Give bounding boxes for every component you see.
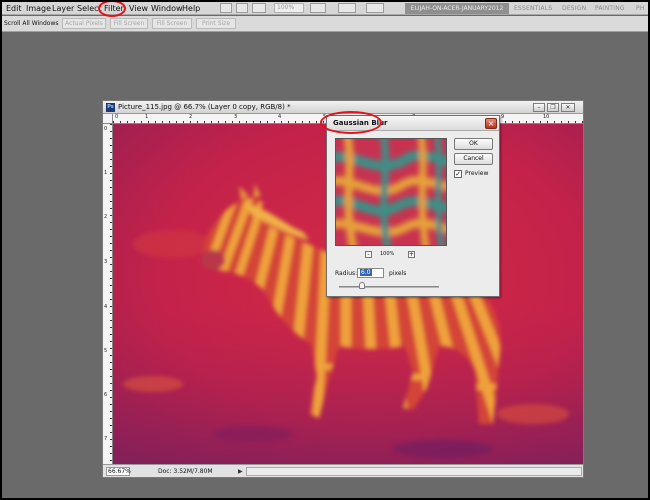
radius-slider-track[interactable] (339, 286, 439, 288)
restore-icon[interactable]: ❐ (547, 103, 559, 112)
workspace-painting[interactable]: PAINTING (595, 3, 625, 14)
status-menu-arrow-icon[interactable]: ▶ (238, 468, 243, 475)
scroll-all-windows-option[interactable]: Scroll All Windows (4, 19, 58, 28)
doc-size-info: Doc: 3.52M/7.80M (158, 468, 213, 475)
close-icon[interactable]: × (485, 118, 497, 129)
ruler-left-label: 3 (104, 259, 108, 265)
ruler-left-label: 7 (104, 436, 108, 442)
actual-pixels-button[interactable]: Actual Pixels (62, 18, 106, 29)
doc-zoom-field[interactable]: 66.67% (106, 467, 131, 476)
cancel-button[interactable]: Cancel (454, 153, 493, 165)
ruler-left-label: 2 (104, 214, 108, 220)
zoom-level-field[interactable]: 100% (274, 3, 304, 13)
ruler-left-label: 1 (104, 170, 108, 176)
workspace-essentials[interactable]: ESSENTIALS (514, 3, 552, 14)
fill-screen-button[interactable]: Fill Screen (152, 18, 192, 29)
document-status-bar: 66.67% Doc: 3.52M/7.80M ▶ (103, 464, 583, 477)
menu-image[interactable]: Image (26, 3, 51, 14)
menu-layer[interactable]: Layer (52, 3, 74, 14)
radius-input[interactable]: 6.0 (357, 268, 384, 278)
checkbox-icon[interactable]: ✓ (454, 170, 462, 178)
ruler-left-label: 5 (104, 348, 108, 354)
photoshop-doc-icon: Ps (106, 103, 115, 112)
ruler-left-label: 6 (104, 392, 108, 398)
ruler-left-label: 4 (104, 304, 108, 310)
options-bar: Scroll All Windows Actual Pixels Fill Sc… (2, 16, 648, 32)
hand-tool-icon[interactable] (236, 3, 248, 13)
preview-zoom-level: 100% (380, 251, 395, 257)
workspace-photography[interactable]: PH (636, 3, 645, 14)
ruler-origin[interactable] (103, 114, 113, 124)
ruler-top-label: 1 (145, 114, 149, 120)
menu-edit[interactable]: Edit (6, 3, 22, 14)
menu-view[interactable]: View (129, 3, 148, 14)
zoom-out-button[interactable]: - (365, 251, 372, 258)
print-size-button[interactable]: Print Size (196, 18, 236, 29)
ok-button[interactable]: OK (454, 138, 493, 150)
photoshop-window: Edit Image Layer Select Filter View Wind… (2, 2, 648, 498)
preview-label: Preview (465, 170, 489, 177)
annotation-title-circle (320, 111, 382, 134)
ruler-left-label: 0 (104, 126, 108, 132)
vertical-ruler[interactable]: 0 1 2 3 4 5 6 7 (103, 124, 113, 464)
document-title: Picture_115.jpg @ 66.7% (Layer 0 copy, R… (118, 103, 291, 111)
radius-units: pixels (389, 270, 407, 277)
launch-bridge-icon[interactable] (220, 3, 232, 13)
preview-image (336, 139, 446, 245)
zoom-in-button[interactable]: + (408, 251, 415, 258)
ruler-top-label: 0 (115, 114, 119, 120)
radius-label: Radius: (335, 270, 358, 277)
ruler-top-label: 4 (278, 114, 282, 120)
fit-screen-button[interactable]: Fill Screen (110, 18, 148, 29)
view-extras-icon[interactable] (310, 3, 326, 13)
minimize-icon[interactable]: – (533, 103, 545, 112)
arrange-documents-icon[interactable] (338, 3, 356, 13)
close-doc-icon[interactable]: ✕ (561, 103, 575, 112)
radius-value: 6.0 (360, 269, 372, 276)
ruler-top-label: 10 (543, 114, 550, 120)
ruler-top-label: 2 (189, 114, 193, 120)
menu-help[interactable]: Help (182, 3, 200, 14)
workspace-design[interactable]: DESIGN (562, 3, 586, 14)
blur-preview-pane[interactable] (335, 138, 447, 246)
menu-window[interactable]: Window (151, 3, 183, 14)
ruler-top-label: 9 (501, 114, 505, 120)
gaussian-blur-dialog: Gaussian Blur × OK Cancel ✓ Preview - 10… (326, 115, 500, 297)
screen-mode-icon[interactable] (366, 3, 384, 13)
horizontal-scrollbar[interactable] (246, 467, 582, 476)
ruler-top-label: 3 (234, 114, 238, 120)
zoom-tool-icon[interactable] (252, 3, 266, 13)
workspace-switcher[interactable]: ELIJAH-ON-ACER-JANUARY2012 (405, 3, 509, 14)
radius-slider-thumb[interactable] (359, 282, 365, 289)
